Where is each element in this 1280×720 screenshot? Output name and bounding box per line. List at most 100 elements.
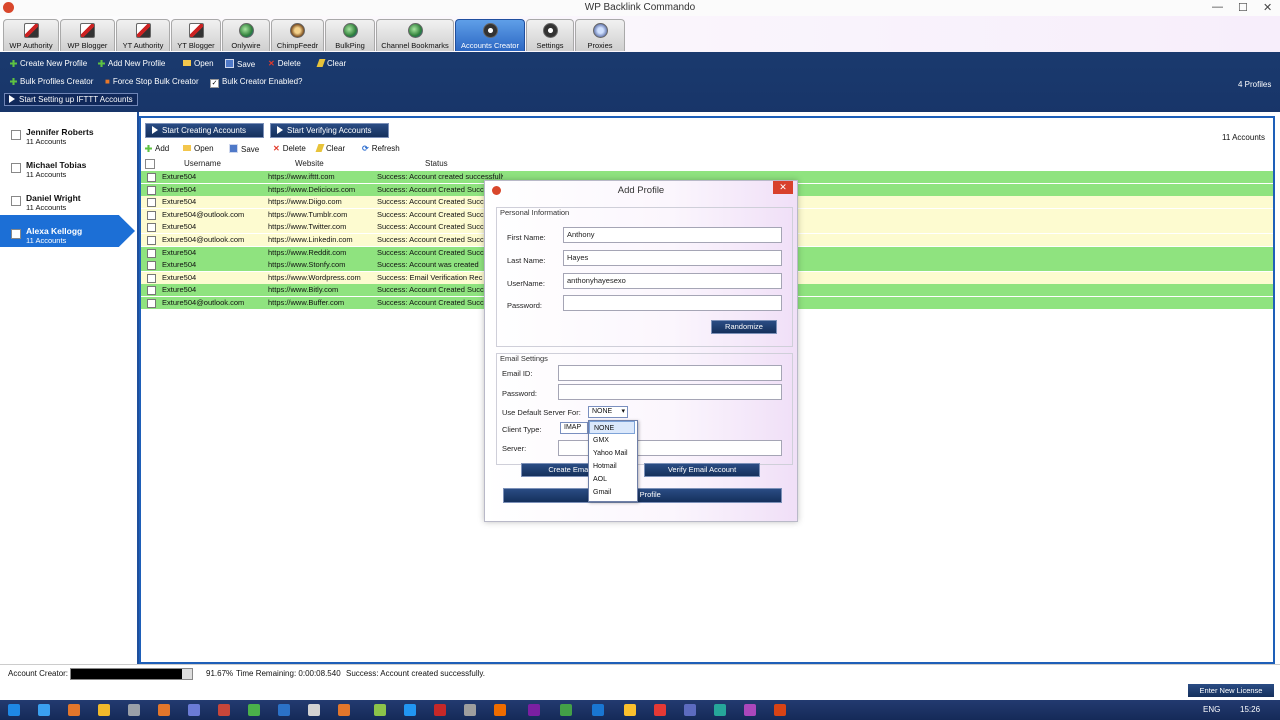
firefox-icon[interactable] bbox=[68, 704, 80, 716]
username-input[interactable]: anthonyhayesexo bbox=[563, 273, 782, 289]
row-checkbox[interactable] bbox=[147, 185, 156, 195]
close-button[interactable]: ✕ bbox=[1263, 1, 1272, 14]
profile-item-selected[interactable]: Alexa Kellogg 11 Accounts bbox=[0, 215, 135, 247]
bulk-profiles-creator-button[interactable]: Bulk Profiles Creator bbox=[10, 77, 93, 86]
ie-icon[interactable] bbox=[38, 704, 50, 716]
grid-save-button[interactable]: Save bbox=[229, 144, 259, 154]
explorer-icon[interactable] bbox=[98, 704, 110, 716]
row-checkbox[interactable] bbox=[147, 210, 156, 220]
tab-yt-blogger[interactable]: YT Blogger bbox=[171, 19, 221, 51]
grid-delete-button[interactable]: ✕ Delete bbox=[273, 144, 306, 153]
clear-profile-button[interactable]: Clear bbox=[316, 59, 346, 68]
randomize-button[interactable]: Randomize bbox=[711, 320, 777, 334]
profile-item[interactable]: Daniel Wright 11 Accounts bbox=[0, 182, 135, 214]
profile-checkbox[interactable] bbox=[11, 130, 21, 140]
row-checkbox[interactable] bbox=[147, 248, 156, 258]
maximize-button[interactable]: ☐ bbox=[1238, 1, 1248, 14]
app-icon[interactable] bbox=[774, 704, 786, 716]
delete-profile-button[interactable]: ✕ Delete bbox=[268, 59, 301, 68]
start-creating-accounts-button[interactable]: Start Creating Accounts bbox=[145, 123, 264, 138]
firefox-icon[interactable] bbox=[158, 704, 170, 716]
tab-chimpfeedr[interactable]: ChimpFeedr bbox=[271, 19, 324, 51]
minimize-button[interactable]: — bbox=[1212, 1, 1223, 13]
tab-channel-bookmarks[interactable]: Channel Bookmarks bbox=[376, 19, 454, 51]
row-checkbox[interactable] bbox=[147, 261, 156, 271]
grid-add-button[interactable]: Add bbox=[145, 144, 169, 153]
client-type-select[interactable]: IMAP bbox=[560, 422, 588, 434]
email-password-input[interactable] bbox=[558, 384, 782, 400]
app-icon[interactable] bbox=[278, 704, 290, 716]
password-input[interactable] bbox=[563, 295, 782, 311]
save-profile-button[interactable]: Save bbox=[225, 59, 255, 69]
default-server-select[interactable]: NONE ▾ bbox=[588, 406, 628, 418]
app-icon[interactable] bbox=[338, 704, 350, 716]
verify-email-account-button[interactable]: Verify Email Account bbox=[644, 463, 760, 477]
app-icon[interactable] bbox=[464, 704, 476, 716]
tab-accounts-creator[interactable]: Accounts Creator bbox=[455, 19, 525, 51]
row-checkbox[interactable] bbox=[147, 223, 156, 233]
app-icon[interactable] bbox=[434, 704, 446, 716]
app-icon[interactable] bbox=[714, 704, 726, 716]
app-icon[interactable] bbox=[188, 704, 200, 716]
tab-settings[interactable]: Settings bbox=[526, 19, 574, 51]
app-icon[interactable] bbox=[560, 704, 572, 716]
app-icon[interactable] bbox=[624, 704, 636, 716]
dropdown-option[interactable]: Hotmail bbox=[589, 460, 635, 473]
start-verifying-accounts-button[interactable]: Start Verifying Accounts bbox=[270, 123, 389, 138]
app-icon[interactable] bbox=[684, 704, 696, 716]
grid-refresh-button[interactable]: ⟳ Refresh bbox=[362, 144, 400, 153]
language-indicator[interactable]: ENG bbox=[1203, 705, 1220, 714]
app-icon[interactable] bbox=[308, 704, 320, 716]
dropdown-option[interactable]: Gmail bbox=[589, 486, 635, 499]
grid-clear-button[interactable]: Clear bbox=[315, 144, 345, 153]
app-icon[interactable] bbox=[374, 704, 386, 716]
dropdown-option[interactable]: AOL bbox=[589, 473, 635, 486]
enter-new-license-button[interactable]: Enter New License bbox=[1188, 684, 1274, 697]
tab-wp-blogger[interactable]: WP Blogger bbox=[60, 19, 115, 51]
grid-open-button[interactable]: Open bbox=[183, 144, 214, 153]
first-name-input[interactable]: Anthony bbox=[563, 227, 782, 243]
app-icon[interactable] bbox=[744, 704, 756, 716]
tab-wp-authority[interactable]: WP Authority bbox=[3, 19, 59, 51]
tab-bulkping[interactable]: BulkPing bbox=[325, 19, 375, 51]
tab-yt-authority[interactable]: YT Authority bbox=[116, 19, 170, 51]
dropdown-option[interactable]: NONE bbox=[589, 421, 635, 434]
profile-checkbox[interactable] bbox=[11, 163, 21, 173]
profile-item[interactable]: Jennifer Roberts 11 Accounts bbox=[0, 116, 135, 148]
dropdown-option[interactable]: Yahoo Mail bbox=[589, 447, 635, 460]
open-profile-button[interactable]: Open bbox=[183, 59, 214, 68]
row-checkbox[interactable] bbox=[147, 236, 156, 245]
app-icon[interactable] bbox=[218, 704, 230, 716]
force-stop-button[interactable]: ■ Force Stop Bulk Creator bbox=[105, 77, 199, 86]
row-checkbox[interactable] bbox=[147, 198, 156, 208]
dropdown-option[interactable]: GMX bbox=[589, 434, 635, 447]
app-icon[interactable] bbox=[592, 704, 604, 716]
select-all-checkbox[interactable] bbox=[145, 159, 155, 169]
column-header-username[interactable]: Username bbox=[184, 159, 221, 168]
row-checkbox[interactable] bbox=[147, 173, 156, 182]
app-icon[interactable] bbox=[128, 704, 140, 716]
column-header-status[interactable]: Status bbox=[425, 159, 448, 168]
dialog-close-button[interactable]: ✕ bbox=[773, 181, 793, 194]
email-id-input[interactable] bbox=[558, 365, 782, 381]
profile-checkbox[interactable] bbox=[11, 196, 21, 206]
row-checkbox[interactable] bbox=[147, 286, 156, 296]
create-new-profile-button[interactable]: Create New Profile bbox=[10, 59, 87, 68]
app-icon[interactable] bbox=[404, 704, 416, 716]
tab-onlywire[interactable]: Onlywire bbox=[222, 19, 270, 51]
bulk-enabled-checkbox[interactable]: ✓ Bulk Creator Enabled? bbox=[210, 77, 303, 88]
profile-item[interactable]: Michael Tobias 11 Accounts bbox=[0, 149, 135, 181]
start-icon[interactable] bbox=[8, 704, 20, 716]
add-new-profile-button[interactable]: Add New Profile bbox=[98, 59, 165, 68]
row-checkbox[interactable] bbox=[147, 273, 156, 283]
add-profile-button[interactable]: Add Profile bbox=[503, 488, 782, 503]
tab-proxies[interactable]: Proxies bbox=[575, 19, 625, 51]
app-icon[interactable] bbox=[494, 704, 506, 716]
app-icon[interactable] bbox=[528, 704, 540, 716]
app-icon[interactable] bbox=[654, 704, 666, 716]
column-header-website[interactable]: Website bbox=[295, 159, 324, 168]
row-checkbox[interactable] bbox=[147, 299, 156, 308]
ifttt-setup-button[interactable]: Start Setting up IFTTT Accounts bbox=[4, 93, 138, 106]
profile-checkbox[interactable] bbox=[11, 229, 21, 239]
app-icon[interactable] bbox=[248, 704, 260, 716]
